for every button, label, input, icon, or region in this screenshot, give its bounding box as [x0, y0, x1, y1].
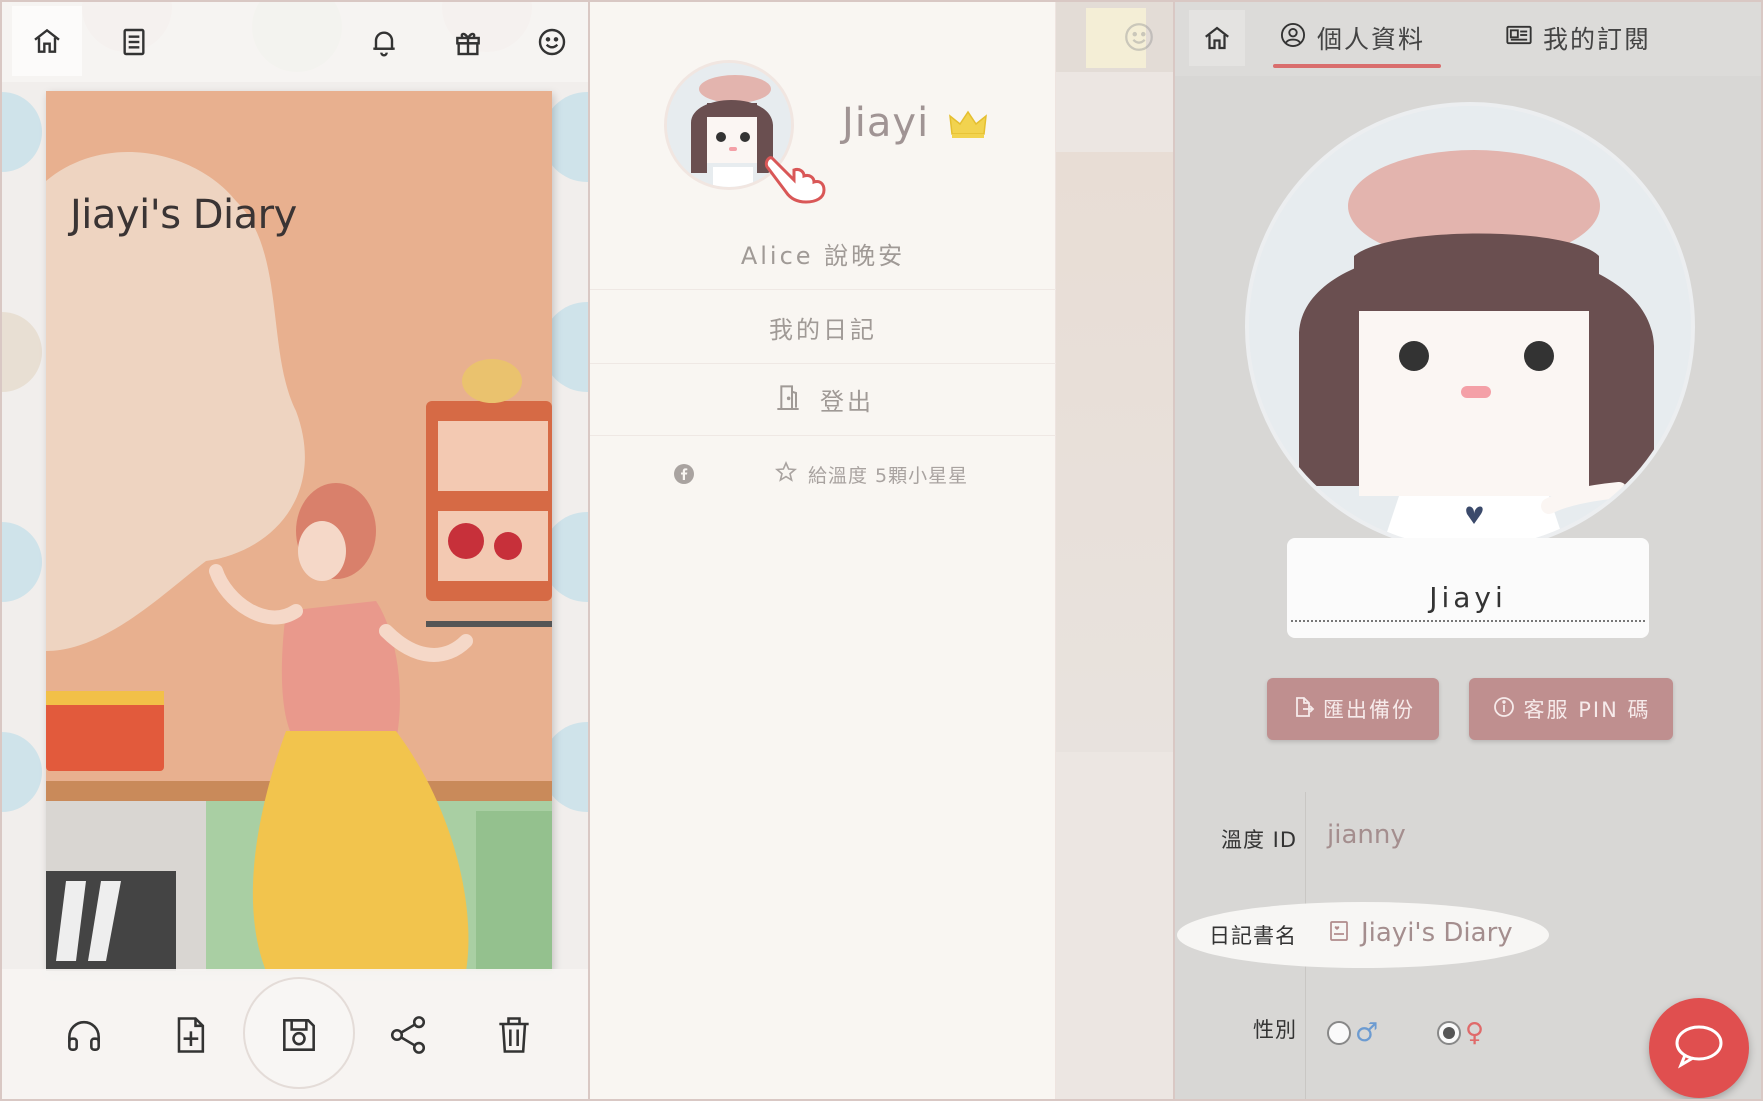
- facebook-icon[interactable]: [672, 462, 696, 490]
- side-drawer: Jiayi Alice 說晚安 我的日記 登出 給溫度 5顆小星星: [590, 2, 1056, 1099]
- name-field[interactable]: Jiayi: [1287, 538, 1649, 638]
- gender-label: 性別: [1253, 1018, 1297, 1042]
- user-circle-icon: [1279, 21, 1307, 55]
- star-icon: [774, 460, 798, 488]
- gift-icon[interactable]: [442, 16, 494, 68]
- active-tab-indicator: [1273, 64, 1441, 68]
- tab-bar: 個人資料 我的訂閱: [1175, 2, 1761, 76]
- menu-item-label: 登出: [820, 388, 874, 416]
- save-icon[interactable]: [273, 1009, 325, 1061]
- share-icon[interactable]: [382, 1009, 434, 1061]
- username: Jiayi: [842, 100, 930, 146]
- add-page-icon[interactable]: [164, 1009, 216, 1061]
- menu-item-label: 我的日記: [769, 316, 877, 344]
- drawer-panel: Jiayi Alice 說晚安 我的日記 登出 給溫度 5顆小星星: [590, 0, 1173, 1101]
- info-icon: [1492, 695, 1516, 724]
- gender-option-male[interactable]: ♂: [1327, 1018, 1378, 1048]
- book-title: Jiayi's Diary: [70, 192, 297, 238]
- tab-subscriptions[interactable]: 我的訂閱: [1505, 20, 1651, 56]
- name-field-underline: [1291, 620, 1645, 622]
- notebook-icon[interactable]: [108, 16, 160, 68]
- rate-stars-link[interactable]: 給溫度 5顆小星星: [774, 460, 968, 488]
- crown-icon: [948, 110, 988, 144]
- rate-text: 給溫度 5顆小星星: [808, 464, 969, 487]
- menu-item-logout[interactable]: 登出: [590, 364, 1056, 436]
- radio-button-selected: [1437, 1021, 1461, 1045]
- profile-avatar[interactable]: [1245, 102, 1695, 552]
- diary-name-label: 日記書名: [1209, 924, 1297, 948]
- tab-label: 個人資料: [1317, 25, 1426, 54]
- chat-bubble-icon: [1673, 1023, 1725, 1073]
- logout-door-icon: [772, 381, 804, 419]
- tab-profile[interactable]: 個人資料: [1279, 20, 1425, 56]
- bottom-toolbar: [2, 969, 588, 1099]
- button-label: 匯出備份: [1323, 698, 1415, 722]
- diary-cover-panel: Jiayi's Diary: [0, 0, 590, 1101]
- name-value: Jiayi: [1429, 580, 1507, 614]
- female-symbol-icon: ♀: [1465, 1018, 1485, 1048]
- menu-item-my-diary[interactable]: 我的日記: [590, 292, 1056, 364]
- rate-row: 給溫度 5顆小星星: [590, 440, 1056, 512]
- diary-name-field[interactable]: Jiayi's Diary: [1327, 918, 1513, 948]
- home-icon[interactable]: [12, 6, 82, 76]
- chat-button[interactable]: [1649, 998, 1749, 1098]
- trash-icon[interactable]: [488, 1009, 540, 1061]
- radio-button: [1327, 1021, 1351, 1045]
- support-pin-button[interactable]: 客服 PIN 碼: [1469, 678, 1673, 740]
- id-label: 溫度 ID: [1220, 828, 1297, 852]
- id-value: jianny: [1327, 820, 1406, 850]
- bell-icon[interactable]: [358, 16, 410, 68]
- smiley-icon[interactable]: [526, 16, 578, 68]
- smiley-icon: [1122, 20, 1156, 58]
- home-icon[interactable]: [1189, 10, 1245, 66]
- export-backup-button[interactable]: 匯出備份: [1267, 678, 1439, 740]
- headphones-icon[interactable]: [58, 1009, 110, 1061]
- diary-book-icon: [1327, 919, 1351, 947]
- menu-item-greeting[interactable]: Alice 說晚安: [590, 218, 1056, 290]
- export-file-icon: [1291, 695, 1315, 724]
- button-label: 客服 PIN 碼: [1523, 698, 1651, 722]
- newspaper-icon: [1505, 21, 1533, 55]
- gender-option-female[interactable]: ♀: [1437, 1018, 1484, 1048]
- tap-hand-icon: [760, 140, 840, 208]
- diary-name-value: Jiayi's Diary: [1361, 918, 1513, 948]
- male-symbol-icon: ♂: [1355, 1018, 1379, 1048]
- top-toolbar: [2, 2, 588, 82]
- profile-panel: 個人資料 我的訂閱 Jiayi 匯出備份 客服 PIN 碼 溫度 ID jian…: [1173, 0, 1763, 1101]
- tab-label: 我的訂閱: [1543, 25, 1652, 54]
- menu-item-label: Alice 說晚安: [740, 242, 906, 270]
- dimmed-background: [1056, 2, 1173, 1099]
